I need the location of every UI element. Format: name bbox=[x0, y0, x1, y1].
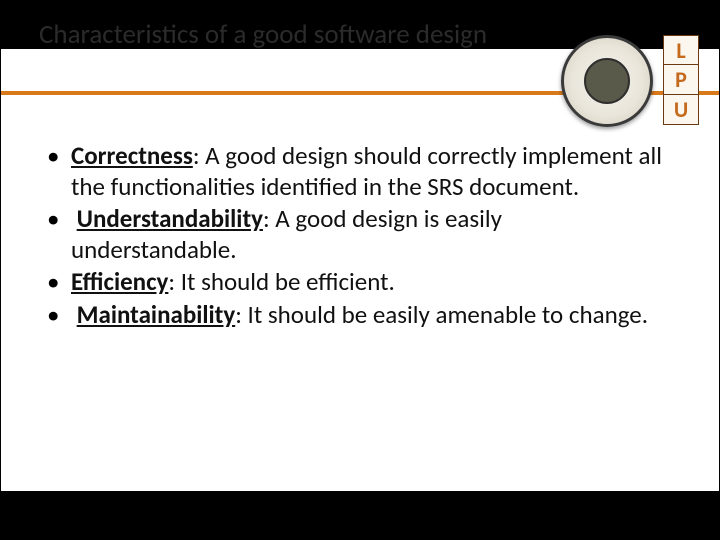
list-item: Maintainability: It should be easily ame… bbox=[41, 300, 669, 331]
slide-title: Characteristics of a good software desig… bbox=[39, 18, 487, 51]
list-item: Understandability: A good design is easi… bbox=[41, 204, 669, 265]
lpu-letter-p: P bbox=[663, 65, 699, 95]
slide: Characteristics of a good software desig… bbox=[0, 0, 720, 540]
lpu-letter-l: L bbox=[663, 35, 699, 65]
lpu-badge: L P U bbox=[663, 35, 699, 125]
bullet-list: Correctness: A good design should correc… bbox=[41, 141, 669, 330]
bullet-text: : It should be efficient. bbox=[168, 266, 394, 297]
university-seal-icon bbox=[561, 35, 653, 127]
content-area: Correctness: A good design should correc… bbox=[41, 141, 669, 332]
bullet-term: Correctness bbox=[71, 140, 193, 171]
bullet-term: Efficiency bbox=[71, 266, 168, 297]
list-item: Correctness: A good design should correc… bbox=[41, 141, 669, 202]
list-item: Efficiency: It should be efficient. bbox=[41, 267, 669, 298]
bullet-term: Maintainability bbox=[77, 299, 236, 330]
bullet-text: : It should be easily amenable to change… bbox=[235, 299, 648, 330]
bottom-black-bar bbox=[1, 491, 719, 539]
seal-center-icon bbox=[584, 58, 630, 104]
lpu-letter-u: U bbox=[663, 95, 699, 125]
bullet-term: Understandability bbox=[77, 203, 263, 234]
